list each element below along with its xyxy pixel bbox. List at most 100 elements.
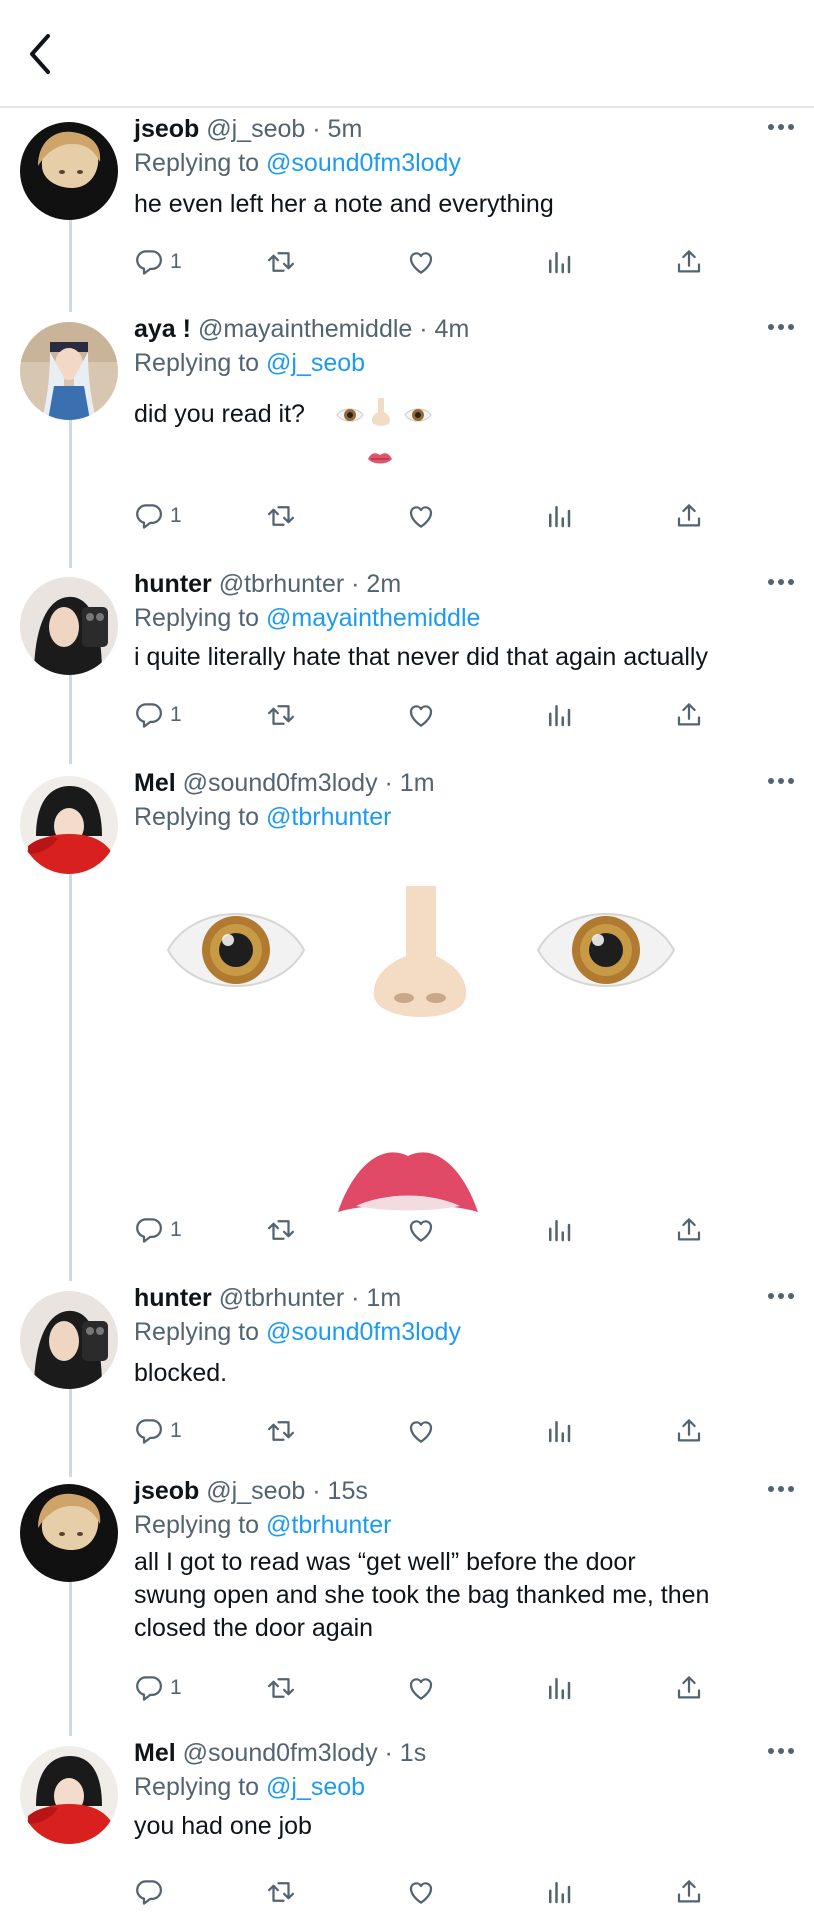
large-mouth-emoji bbox=[338, 1152, 478, 1212]
tweet[interactable]: hunter @tbrhunter · 1m Replying to @soun… bbox=[0, 1281, 814, 1461]
display-name[interactable]: Mel bbox=[134, 769, 176, 797]
display-name[interactable]: hunter bbox=[134, 570, 212, 598]
reply-button[interactable]: 1 bbox=[134, 1212, 182, 1248]
tweet[interactable]: aya ! @mayainthemiddle · 4m Replying to … bbox=[0, 312, 814, 552]
more-options-icon[interactable] bbox=[767, 577, 795, 587]
views-button[interactable] bbox=[544, 697, 574, 733]
timestamp[interactable]: · 1m bbox=[351, 1284, 401, 1312]
reply-button[interactable]: 1 bbox=[134, 1670, 182, 1706]
action-bar: 1 bbox=[134, 1413, 794, 1449]
views-button[interactable] bbox=[544, 1212, 574, 1248]
avatar[interactable] bbox=[20, 1291, 118, 1389]
display-name[interactable]: aya ! bbox=[134, 315, 191, 343]
share-icon bbox=[674, 700, 704, 730]
mention-link[interactable]: @sound0fm3lody bbox=[266, 149, 461, 177]
avatar[interactable] bbox=[20, 122, 118, 220]
display-name[interactable]: Mel bbox=[134, 1739, 176, 1767]
mention-link[interactable]: @j_seob bbox=[266, 349, 365, 377]
replying-to: Replying to @j_seob bbox=[134, 346, 365, 380]
more-options-icon[interactable] bbox=[767, 1746, 795, 1756]
more-options-icon[interactable] bbox=[767, 122, 795, 132]
display-name[interactable]: jseob bbox=[134, 1477, 199, 1505]
timestamp[interactable]: · 5m bbox=[312, 115, 362, 143]
username[interactable]: @tbrhunter bbox=[219, 570, 344, 598]
username[interactable]: @mayainthemiddle bbox=[198, 315, 412, 343]
reply-button[interactable] bbox=[134, 1874, 170, 1910]
display-name[interactable]: jseob bbox=[134, 115, 199, 143]
mention-link[interactable]: @mayainthemiddle bbox=[266, 604, 480, 632]
tweet[interactable]: Mel @sound0fm3lody · 1m Replying to @tbr… bbox=[0, 766, 814, 1266]
timestamp[interactable]: · 1s bbox=[385, 1739, 427, 1767]
like-button[interactable] bbox=[406, 244, 436, 280]
views-button[interactable] bbox=[544, 244, 574, 280]
share-button[interactable] bbox=[674, 498, 704, 534]
tweet-text: you had one job bbox=[134, 1812, 312, 1840]
timestamp[interactable]: · 4m bbox=[419, 315, 469, 343]
retweet-button[interactable] bbox=[266, 1212, 296, 1248]
like-button[interactable] bbox=[406, 1670, 436, 1706]
like-button[interactable] bbox=[406, 498, 436, 534]
retweet-button[interactable] bbox=[266, 1874, 296, 1910]
heart-icon bbox=[406, 501, 436, 531]
share-button[interactable] bbox=[674, 697, 704, 733]
retweet-button[interactable] bbox=[266, 1413, 296, 1449]
mention-link[interactable]: @sound0fm3lody bbox=[266, 1318, 461, 1346]
analytics-icon bbox=[544, 1877, 574, 1907]
display-name[interactable]: hunter bbox=[134, 1284, 212, 1312]
like-button[interactable] bbox=[406, 697, 436, 733]
username[interactable]: @j_seob bbox=[206, 1477, 305, 1505]
share-button[interactable] bbox=[674, 1212, 704, 1248]
timestamp[interactable]: · 15s bbox=[312, 1477, 368, 1505]
share-button[interactable] bbox=[674, 1413, 704, 1449]
views-button[interactable] bbox=[544, 1413, 574, 1449]
mention-link[interactable]: @j_seob bbox=[266, 1773, 365, 1801]
reply-button[interactable]: 1 bbox=[134, 498, 182, 534]
like-button[interactable] bbox=[406, 1413, 436, 1449]
mention-link[interactable]: @tbrhunter bbox=[266, 803, 391, 831]
reply-icon bbox=[134, 247, 164, 277]
action-bar: 1 bbox=[134, 1670, 794, 1706]
reply-button[interactable]: 1 bbox=[134, 697, 182, 733]
username[interactable]: @sound0fm3lody bbox=[183, 1739, 378, 1767]
tweet[interactable]: jseob @j_seob · 5m Replying to @sound0fm… bbox=[0, 112, 814, 297]
avatar[interactable] bbox=[20, 776, 118, 874]
views-button[interactable] bbox=[544, 1670, 574, 1706]
more-options-icon[interactable] bbox=[767, 1484, 795, 1494]
tweet[interactable]: hunter @tbrhunter · 2m Replying to @maya… bbox=[0, 567, 814, 752]
username[interactable]: @j_seob bbox=[206, 115, 305, 143]
retweet-button[interactable] bbox=[266, 244, 296, 280]
more-options-icon[interactable] bbox=[767, 1291, 795, 1301]
tweet-text: did you read it? bbox=[134, 400, 305, 428]
more-options-icon[interactable] bbox=[767, 322, 795, 332]
analytics-icon bbox=[544, 247, 574, 277]
timestamp[interactable]: · 1m bbox=[385, 769, 435, 797]
retweet-button[interactable] bbox=[266, 697, 296, 733]
tweet[interactable]: Mel @sound0fm3lody · 1s Replying to @j_s… bbox=[0, 1736, 814, 1920]
like-button[interactable] bbox=[406, 1212, 436, 1248]
retweet-button[interactable] bbox=[266, 1670, 296, 1706]
replying-to: Replying to @j_seob bbox=[134, 1770, 365, 1804]
reply-button[interactable]: 1 bbox=[134, 244, 182, 280]
share-button[interactable] bbox=[674, 244, 704, 280]
share-icon bbox=[674, 1215, 704, 1245]
views-button[interactable] bbox=[544, 1874, 574, 1910]
retweet-button[interactable] bbox=[266, 498, 296, 534]
tweet[interactable]: jseob @j_seob · 15s Replying to @tbrhunt… bbox=[0, 1474, 814, 1724]
avatar[interactable] bbox=[20, 577, 118, 675]
timestamp[interactable]: · 2m bbox=[351, 570, 401, 598]
avatar[interactable] bbox=[20, 1484, 118, 1582]
reply-button[interactable]: 1 bbox=[134, 1413, 182, 1449]
views-button[interactable] bbox=[544, 498, 574, 534]
more-options-icon[interactable] bbox=[767, 776, 795, 786]
mention-link[interactable]: @tbrhunter bbox=[266, 1511, 391, 1539]
username[interactable]: @tbrhunter bbox=[219, 1284, 344, 1312]
chevron-left-icon[interactable] bbox=[26, 32, 56, 76]
avatar[interactable] bbox=[20, 322, 118, 420]
reply-icon bbox=[134, 501, 164, 531]
like-button[interactable] bbox=[406, 1874, 436, 1910]
reply-icon bbox=[134, 1215, 164, 1245]
avatar[interactable] bbox=[20, 1746, 118, 1844]
share-button[interactable] bbox=[674, 1874, 704, 1910]
username[interactable]: @sound0fm3lody bbox=[183, 769, 378, 797]
share-button[interactable] bbox=[674, 1670, 704, 1706]
